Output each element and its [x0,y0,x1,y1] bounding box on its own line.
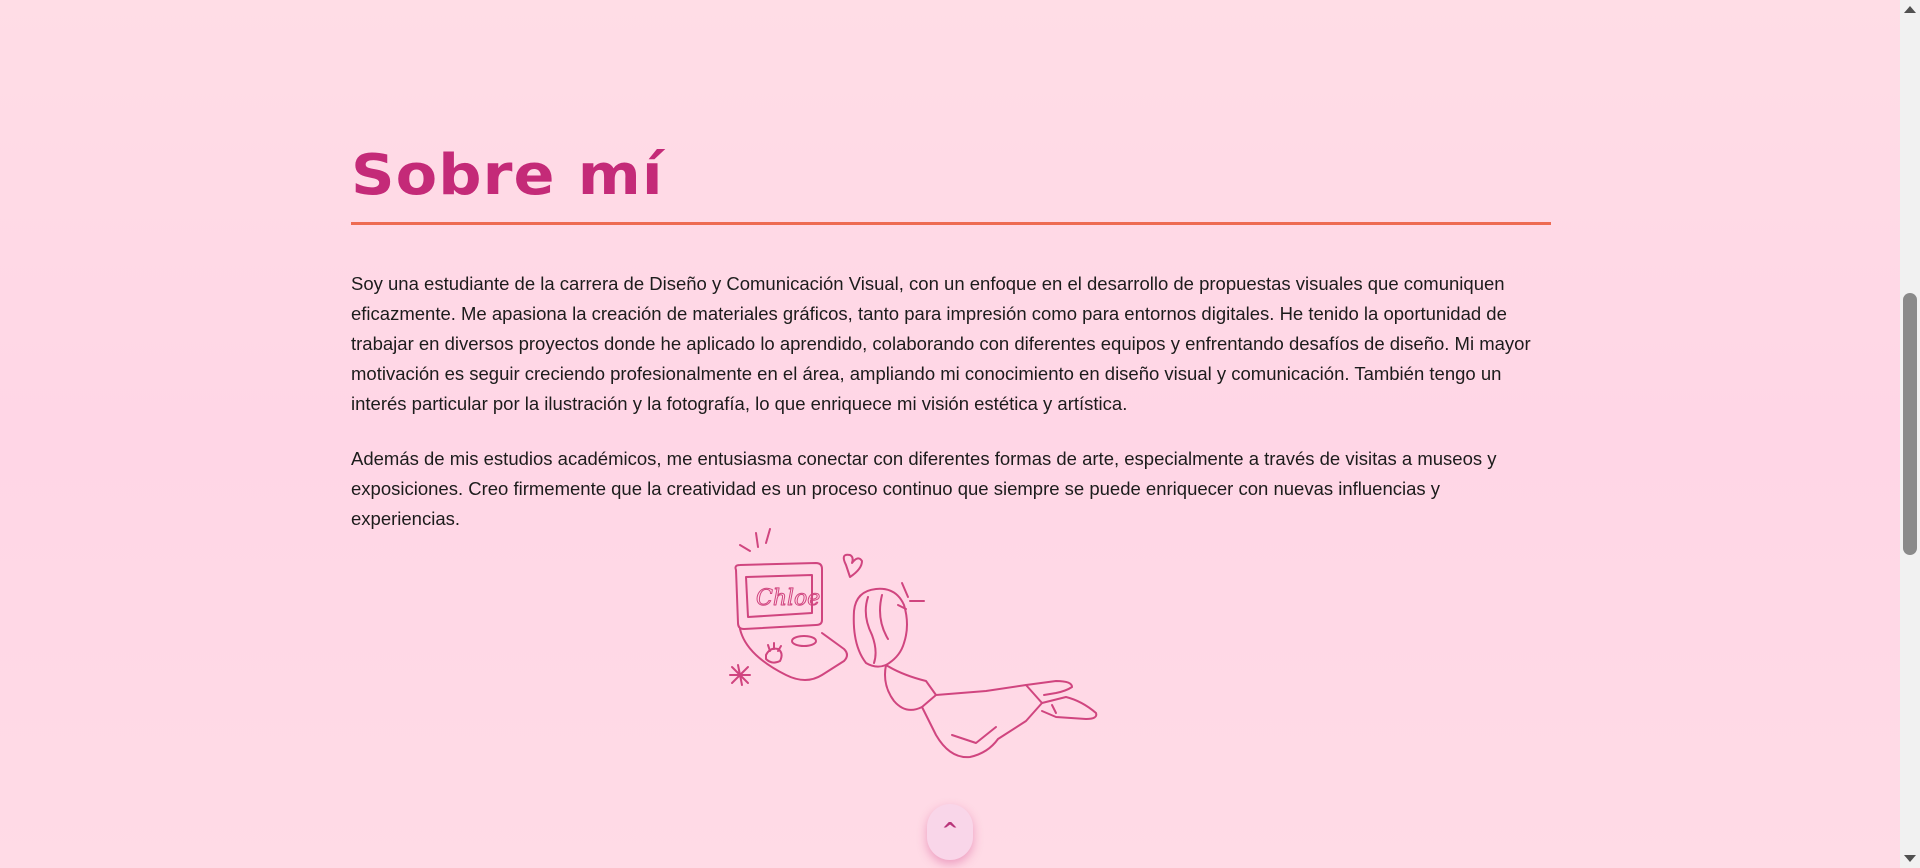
page: Sobre mí Soy una estudiante de la carrer… [0,0,1900,868]
title-divider [351,222,1551,225]
section-title: Sobre mí [351,143,664,208]
caret-up-icon: ^ [941,818,959,842]
about-paragraph-1: Soy una estudiante de la carrera de Dise… [351,273,1531,414]
scroll-down-arrow-icon[interactable] [1904,855,1916,862]
vertical-scrollbar[interactable] [1900,0,1920,868]
scrollbar-thumb[interactable] [1903,293,1917,555]
laptop-screen-text: Chloe [756,586,820,611]
about-section: Sobre mí Soy una estudiante de la carrer… [351,140,1551,534]
flying-girl-laptop-illustration: Chloe [729,528,1098,759]
scroll-up-arrow-icon[interactable] [1904,6,1916,13]
scroll-to-top-button[interactable]: ^ [927,804,973,860]
about-paragraph-2: Además de mis estudios académicos, me en… [351,448,1497,529]
